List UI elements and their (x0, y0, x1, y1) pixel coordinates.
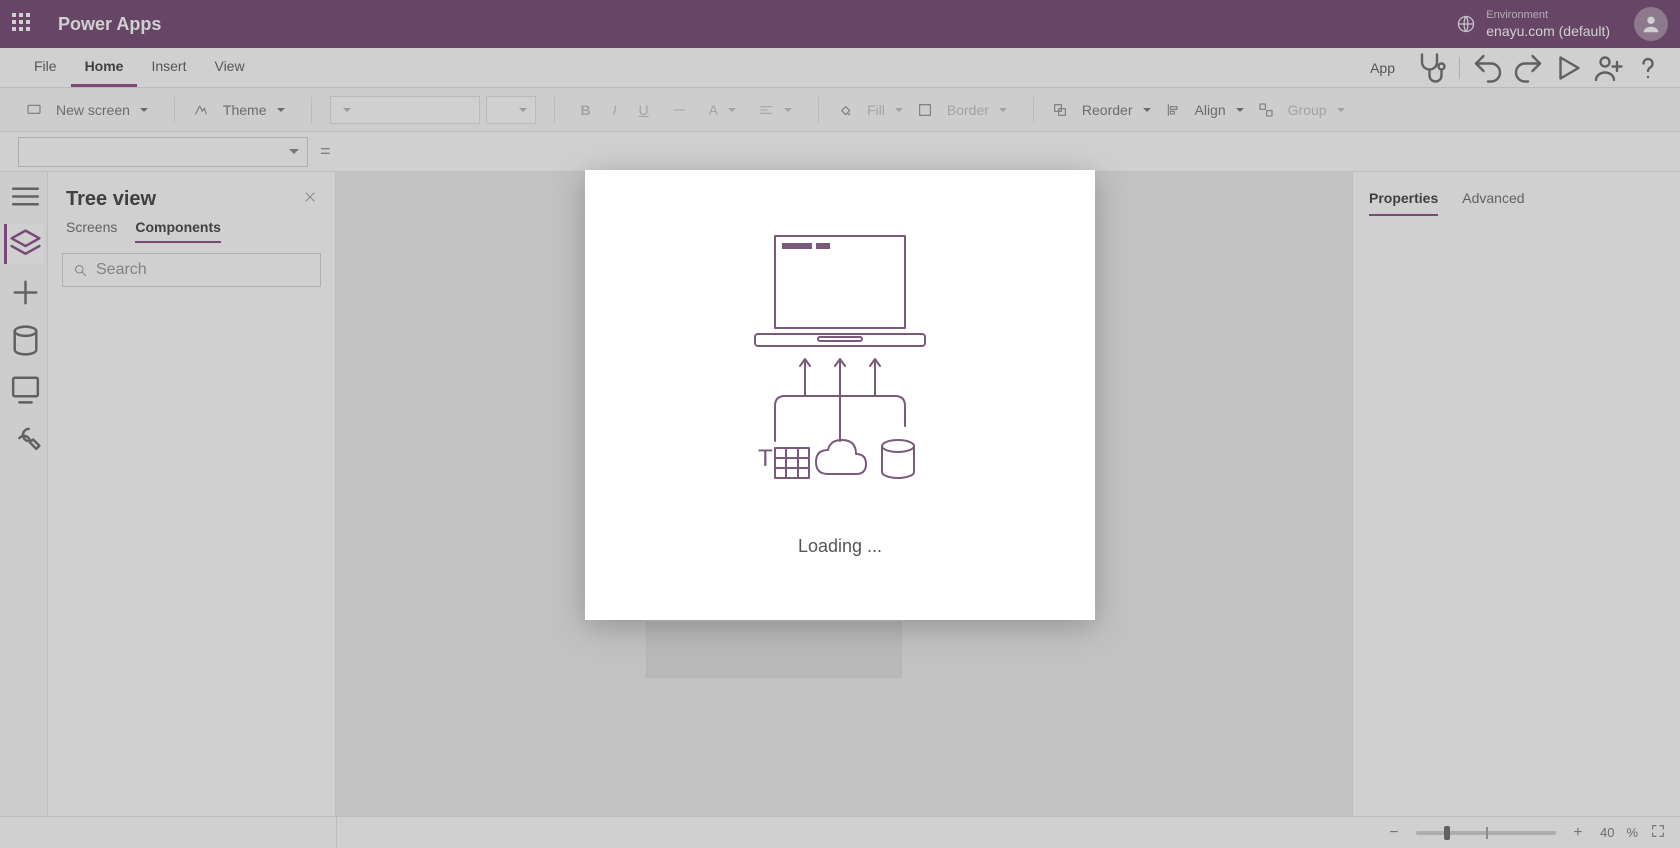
modal-overlay: T Loading ... (0, 0, 1680, 848)
loading-illustration-icon: T (720, 216, 960, 516)
svg-text:T: T (758, 445, 773, 472)
loading-modal: T Loading ... (585, 170, 1095, 620)
loading-text: Loading ... (798, 536, 882, 557)
